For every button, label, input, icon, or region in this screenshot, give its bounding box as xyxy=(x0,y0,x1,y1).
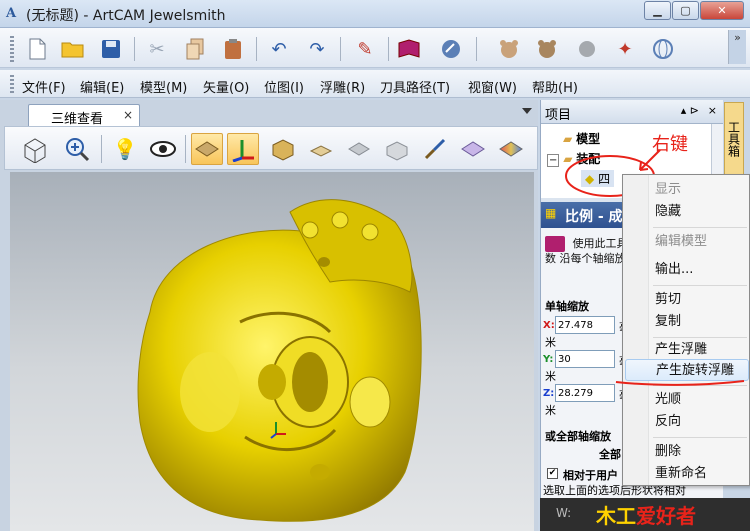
tab-list-chevron-down-icon[interactable] xyxy=(522,108,532,114)
scale-tool-icon: ▦ xyxy=(545,206,557,220)
plane-view-icon[interactable] xyxy=(191,133,223,165)
relative-checkbox-label: 相对于用户 xyxy=(563,469,618,482)
maximize-button[interactable]: ▢ xyxy=(672,1,699,20)
y-unit: 米 xyxy=(545,370,556,383)
x-unit: 米 xyxy=(545,336,556,349)
z-axis-label: Z: xyxy=(543,388,555,399)
brush-icon[interactable] xyxy=(419,133,451,165)
axes-icon[interactable] xyxy=(227,133,259,165)
ctx-cut[interactable]: 剪切 xyxy=(625,289,749,311)
copy-icon[interactable] xyxy=(182,36,208,62)
tab-close-icon[interactable]: × xyxy=(123,108,133,122)
scale-section-title: 比例 - 成 xyxy=(565,209,623,225)
open-folder-icon[interactable] xyxy=(60,36,86,62)
pin-icon[interactable]: ▴ ⊳ xyxy=(681,104,699,117)
ctx-delete[interactable]: 删除 xyxy=(625,441,749,463)
document-tabstrip: 三维查看 × xyxy=(0,100,538,127)
color-shade-icon[interactable] xyxy=(457,133,489,165)
document-area: 三维查看 × 💡 xyxy=(0,100,538,531)
ctx-edit-model[interactable]: 编辑模型 xyxy=(625,231,749,253)
window-title: (无标题) - ArtCAM Jewelsmith xyxy=(26,8,226,24)
watermark-logo: 木工爱好者 xyxy=(596,504,696,528)
new-file-icon[interactable] xyxy=(24,36,50,62)
grey-model-icon[interactable] xyxy=(574,36,600,62)
edit-notes-icon[interactable]: ✎ xyxy=(352,36,378,62)
wireframe-box-icon[interactable] xyxy=(19,133,51,165)
menu-vector[interactable]: 矢量(O) xyxy=(203,77,249,96)
paste-icon[interactable] xyxy=(220,36,246,62)
scale-x-input[interactable] xyxy=(555,316,615,334)
grey-relief-icon[interactable] xyxy=(343,133,375,165)
ctx-show[interactable]: 显示 xyxy=(625,179,749,201)
panel-close-icon[interactable]: × xyxy=(708,104,717,117)
save-icon[interactable] xyxy=(98,36,124,62)
menu-edit[interactable]: 编辑(E) xyxy=(80,77,124,96)
ctx-reverse[interactable]: 反向 xyxy=(625,411,749,433)
relief-box-icon[interactable] xyxy=(267,133,299,165)
menu-bar: 文件(F) 编辑(E) 模型(M) 矢量(O) 位图(I) 浮雕(R) 刀具路径… xyxy=(0,70,750,98)
toolbox-side-tab[interactable]: 工具箱 xyxy=(724,102,744,176)
view-toolbar: 💡 xyxy=(4,126,538,170)
redo-icon[interactable]: ↷ xyxy=(304,36,330,62)
window-controls: ▁ ▢ ✕ xyxy=(643,1,744,20)
undo-icon[interactable]: ↶ xyxy=(266,36,292,62)
menu-window[interactable]: 视窗(W) xyxy=(468,77,517,96)
lightbulb-icon[interactable]: 💡 xyxy=(109,133,141,165)
ctx-rename[interactable]: 重新命名 xyxy=(625,463,749,485)
tool-wizard-icon[interactable] xyxy=(438,36,464,62)
toolbar-overflow-button[interactable]: » xyxy=(728,30,746,64)
scale-y-input[interactable] xyxy=(555,350,615,368)
tab-3d-view-label: 三维查看 xyxy=(51,112,104,127)
ctx-copy[interactable]: 复制 xyxy=(625,311,749,333)
eye-visibility-icon[interactable] xyxy=(147,133,179,165)
ctx-create-relief[interactable]: 产生浮雕 xyxy=(625,339,749,361)
close-button[interactable]: ✕ xyxy=(700,1,744,20)
globe-icon[interactable] xyxy=(650,36,676,62)
help-book-icon[interactable] xyxy=(396,36,422,62)
y-axis-label: Y: xyxy=(543,354,554,365)
toolbar-grip[interactable] xyxy=(10,36,14,62)
menu-file[interactable]: 文件(F) xyxy=(22,77,66,96)
width-readout-label: W: xyxy=(556,506,572,520)
collapse-icon[interactable]: − xyxy=(547,154,560,167)
bear-relief-icon[interactable] xyxy=(534,36,560,62)
menu-toolpath[interactable]: 刀具路径(T) xyxy=(380,77,450,96)
relative-checkbox[interactable]: ✔ xyxy=(547,468,558,479)
annotation-underline xyxy=(615,380,745,386)
help-book-icon xyxy=(545,236,565,252)
x-axis-label: X: xyxy=(543,320,555,331)
single-axis-label: 单轴缩放 xyxy=(545,300,589,313)
grey-block-icon[interactable] xyxy=(381,133,413,165)
menu-relief[interactable]: 浮雕(R) xyxy=(320,77,365,96)
tool-path-icon[interactable]: ✦ xyxy=(612,36,638,62)
all-axis-option[interactable]: 全部 xyxy=(599,446,621,462)
menu-bitmap[interactable]: 位图(I) xyxy=(264,77,304,96)
scale-z-input[interactable] xyxy=(555,384,615,402)
ctx-smooth[interactable]: 光顺 xyxy=(625,389,749,411)
title-bar: A (无标题) - ArtCAM Jewelsmith ▁ ▢ ✕ xyxy=(0,0,750,28)
menu-model[interactable]: 模型(M) xyxy=(140,77,187,96)
buddha-head-model xyxy=(137,199,422,522)
relief-layer-icon[interactable] xyxy=(305,133,337,165)
3d-viewport[interactable] xyxy=(10,172,534,531)
rainbow-shade-icon[interactable] xyxy=(495,133,527,165)
menu-grip[interactable] xyxy=(10,75,14,93)
context-menu: 显示 隐藏 编辑模型 输出... 剪切 复制 产生浮雕 产生旋转浮雕 光顺 反向… xyxy=(622,174,750,486)
project-panel-header: 项目 ▴ ⊳ × xyxy=(541,100,723,124)
z-unit: 米 xyxy=(545,404,556,417)
minimize-button[interactable]: ▁ xyxy=(644,1,671,20)
bear-model-icon[interactable] xyxy=(496,36,522,62)
ctx-hide[interactable]: 隐藏 xyxy=(625,201,749,223)
all-axis-label: 或全部轴缩放 xyxy=(545,430,611,443)
zoom-icon[interactable] xyxy=(61,133,93,165)
annotation-right-click: 右键 xyxy=(652,134,688,155)
cut-icon[interactable]: ✂ xyxy=(144,36,170,62)
tab-3d-view[interactable]: 三维查看 × xyxy=(28,104,140,127)
menu-help[interactable]: 帮助(H) xyxy=(532,77,578,96)
ctx-export[interactable]: 输出... xyxy=(625,259,749,281)
main-toolbar: ✂ ↶ ↷ ✎ ✦ » xyxy=(0,28,750,68)
project-panel-title: 项目 xyxy=(545,108,572,123)
app-icon: A xyxy=(6,6,17,21)
